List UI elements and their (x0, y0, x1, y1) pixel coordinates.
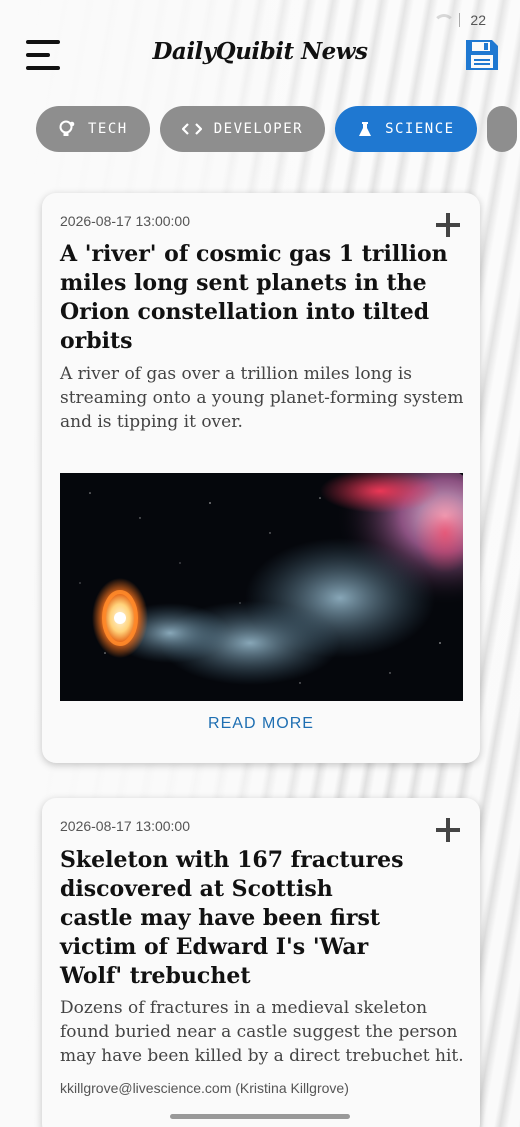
category-chip-next[interactable] (486, 106, 517, 152)
category-bar: TECH DEVELOPER SCIENCE (36, 106, 520, 152)
category-chip-science[interactable]: SCIENCE (335, 106, 477, 152)
status-divider (459, 13, 461, 27)
category-label: TECH (88, 121, 128, 137)
wifi-icon (433, 14, 456, 26)
floppy-save-icon[interactable] (464, 38, 500, 72)
article-summary: A river of gas over a trillion miles lon… (60, 364, 464, 432)
plus-icon[interactable] (436, 818, 460, 842)
home-indicator[interactable] (170, 1114, 350, 1119)
article-summary: Dozens of fractures in a medieval skelet… (60, 998, 464, 1066)
category-label: SCIENCE (385, 121, 455, 137)
plus-icon[interactable] (436, 213, 460, 237)
article-date: 2026-08-17 13:00:00 (60, 213, 190, 229)
category-chip-developer[interactable]: DEVELOPER (159, 106, 326, 152)
category-chip-tech[interactable]: TECH (36, 106, 150, 152)
app-title: DailyQuibit News (152, 38, 368, 65)
lightbulb-gear-icon (58, 120, 76, 138)
status-time: 22 (470, 12, 486, 28)
category-label: DEVELOPER (213, 121, 304, 137)
article-card[interactable]: 2026-08-17 13:00:00 Skeleton with 167 fr… (42, 798, 480, 1127)
article-title[interactable]: Skeleton with 167 fractures discovered a… (60, 846, 410, 991)
flask-icon (357, 121, 373, 137)
app-header: DailyQuibit News (0, 30, 520, 80)
article-date: 2026-08-17 13:00:00 (60, 818, 190, 834)
status-bar: 22 (433, 8, 486, 32)
article-title[interactable]: A 'river' of cosmic gas 1 trillion miles… (60, 240, 450, 356)
article-author: kkillgrove@livescience.com (Kristina Kil… (60, 1080, 349, 1096)
read-more-link[interactable]: READ MORE (42, 715, 480, 733)
code-brackets-icon (181, 122, 202, 136)
article-card[interactable]: 2026-08-17 13:00:00 A 'river' of cosmic … (42, 193, 480, 763)
article-image[interactable] (60, 473, 463, 701)
